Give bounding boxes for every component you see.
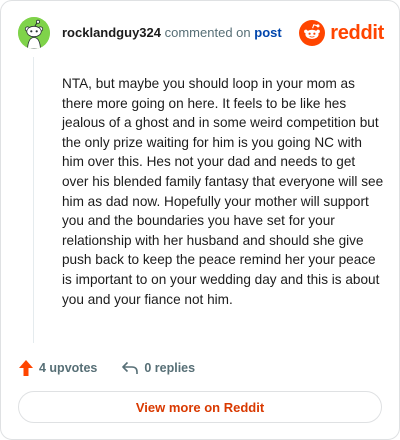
comment-header: rocklandguy324 commented on post reddit [18,17,384,49]
reddit-logo-icon [299,20,326,46]
snoo-avatar-icon [18,17,50,49]
comment-actions: 4 upvotes 0 replies [18,358,195,378]
upvote-arrow-icon [19,360,33,376]
reply-arrow-icon [122,361,139,374]
comment-embed-card: rocklandguy324 commented on post reddit [0,0,400,440]
upvote-count: 4 upvotes [39,361,98,375]
reply-button[interactable]: 0 replies [121,360,195,376]
user-avatar[interactable] [18,17,50,49]
reply-count: 0 replies [144,361,196,375]
upvote-button[interactable]: 4 upvotes [18,359,97,377]
thread-line [33,57,34,343]
commented-on-text: commented on [164,25,251,40]
reddit-wordmark: reddit [330,21,384,44]
reddit-brand-link[interactable]: reddit [299,20,384,46]
post-link[interactable]: post [254,25,281,40]
view-more-button[interactable]: View more on Reddit [18,391,382,423]
comment-body: NTA, but maybe you should loop in your m… [62,76,384,307]
comment-meta: rocklandguy324 commented on post [62,25,282,41]
username-link[interactable]: rocklandguy324 [62,25,161,40]
